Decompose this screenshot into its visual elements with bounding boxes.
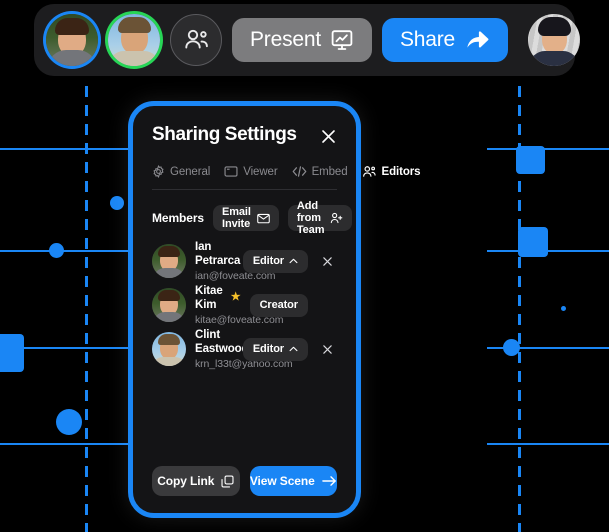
star-icon: ★ <box>230 291 241 303</box>
present-button[interactable]: Present <box>232 18 372 62</box>
anchor-dot <box>56 409 82 435</box>
anchor-dot <box>0 334 24 372</box>
chevron-up-icon <box>289 258 298 264</box>
present-label: Present <box>250 28 321 51</box>
dialog-footer: Copy Link View Scene <box>152 466 337 496</box>
presentation-chart-icon <box>330 28 354 52</box>
sharing-settings-dialog: Sharing Settings General Viewer Embed Ed… <box>128 101 421 518</box>
guide-line-horizontal-4 <box>0 443 129 445</box>
avatar-ian[interactable] <box>46 14 98 66</box>
dialog-tabs: General Viewer Embed Editors <box>152 165 421 178</box>
members-label: Members <box>152 211 204 225</box>
tab-embed[interactable]: Embed <box>292 165 348 178</box>
avatar-kitae[interactable] <box>528 14 581 66</box>
guide-line-horizontal-4b <box>487 443 609 445</box>
anchor-dot <box>49 243 64 258</box>
remove-member-button[interactable] <box>317 256 337 267</box>
close-icon <box>322 256 333 267</box>
member-name: Kitae Kim <box>195 284 223 311</box>
gear-icon <box>152 165 165 178</box>
add-from-team-label: Add from Team <box>296 200 325 236</box>
window-icon <box>224 165 238 178</box>
remove-member-button[interactable] <box>317 344 337 355</box>
guide-line-horizontal-2 <box>0 250 129 252</box>
member-name: Clint Eastwood <box>195 328 249 355</box>
tab-editors[interactable]: Editors <box>362 165 421 178</box>
role-label: Editor <box>252 343 284 355</box>
envelope-icon <box>257 213 270 224</box>
tab-editors-label: Editors <box>381 165 421 178</box>
copy-icon <box>221 474 234 488</box>
member-info: Ian Petrarca ian@foveate.com <box>195 240 276 283</box>
tabs-divider <box>152 189 337 190</box>
members-header: Members Email Invite Add from Team <box>152 200 353 236</box>
guide-line-horizontal-1b <box>487 148 609 150</box>
anchor-dot <box>503 339 520 356</box>
email-invite-label: Email Invite <box>222 206 251 230</box>
add-from-team-button[interactable]: Add from Team <box>287 200 353 236</box>
guide-line-horizontal-2b <box>487 250 609 252</box>
avatar-image <box>528 14 581 66</box>
people-icon <box>362 165 377 178</box>
share-button[interactable]: Share <box>381 18 509 62</box>
table-row[interactable]: Clint Eastwood krn_l33t@yahoo.com Editor <box>152 329 337 370</box>
app-canvas: Present Share Sharing Settings General V… <box>0 0 609 532</box>
tab-general[interactable]: General <box>152 165 210 178</box>
tab-general-label: General <box>170 165 211 178</box>
anchor-dot <box>516 146 545 174</box>
role-badge: Creator <box>249 293 308 317</box>
role-label: Creator <box>259 299 299 311</box>
tab-viewer-label: Viewer <box>243 165 278 178</box>
avatar-clint[interactable] <box>108 14 160 66</box>
group-members-button[interactable] <box>170 14 222 66</box>
member-email: kitae@foveate.com <box>195 313 284 326</box>
share-label: Share <box>399 28 456 51</box>
collaboration-toolbar: Present Share <box>34 4 581 76</box>
close-button[interactable] <box>317 125 339 147</box>
avatar-image <box>108 14 160 66</box>
member-info: Clint Eastwood krn_l33t@yahoo.com <box>195 328 293 371</box>
role-label: Editor <box>252 255 284 267</box>
member-name: Ian Petrarca <box>195 240 241 267</box>
table-row[interactable]: Kitae Kim ★ kitae@foveate.com Creator <box>152 285 337 326</box>
anchor-dot <box>561 306 566 311</box>
guide-line-horizontal-1 <box>0 148 129 150</box>
close-icon <box>322 344 333 355</box>
avatar-image <box>46 14 98 66</box>
table-row[interactable]: Ian Petrarca ian@foveate.com Editor <box>152 241 337 282</box>
member-email: ian@foveate.com <box>195 269 276 282</box>
anchor-dot <box>518 227 548 257</box>
tab-viewer[interactable]: Viewer <box>224 165 278 178</box>
copy-link-button[interactable]: Copy Link <box>152 466 240 496</box>
guide-line-vertical-left <box>85 86 88 532</box>
anchor-dot <box>110 196 124 210</box>
members-list: Ian Petrarca ian@foveate.com Editor Kita… <box>152 241 337 370</box>
member-info: Kitae Kim ★ kitae@foveate.com <box>195 284 284 327</box>
view-scene-button[interactable]: View Scene <box>249 466 337 496</box>
role-dropdown[interactable]: Editor <box>242 249 308 273</box>
avatar <box>152 332 186 366</box>
view-scene-label: View Scene <box>249 474 315 488</box>
tab-embed-label: Embed <box>311 165 348 178</box>
share-arrow-icon <box>464 28 490 52</box>
avatar <box>152 288 186 322</box>
role-dropdown[interactable]: Editor <box>242 337 308 361</box>
email-invite-button[interactable]: Email Invite <box>213 205 279 231</box>
arrow-right-icon <box>321 475 337 487</box>
code-icon <box>292 165 307 178</box>
chevron-up-icon <box>289 346 298 352</box>
avatar <box>152 244 186 278</box>
page-title: Sharing Settings <box>152 124 297 145</box>
person-plus-icon <box>330 212 343 224</box>
member-email: krn_l33t@yahoo.com <box>195 357 293 370</box>
close-icon <box>320 128 337 145</box>
people-icon <box>183 28 210 52</box>
copy-link-label: Copy Link <box>157 474 215 488</box>
